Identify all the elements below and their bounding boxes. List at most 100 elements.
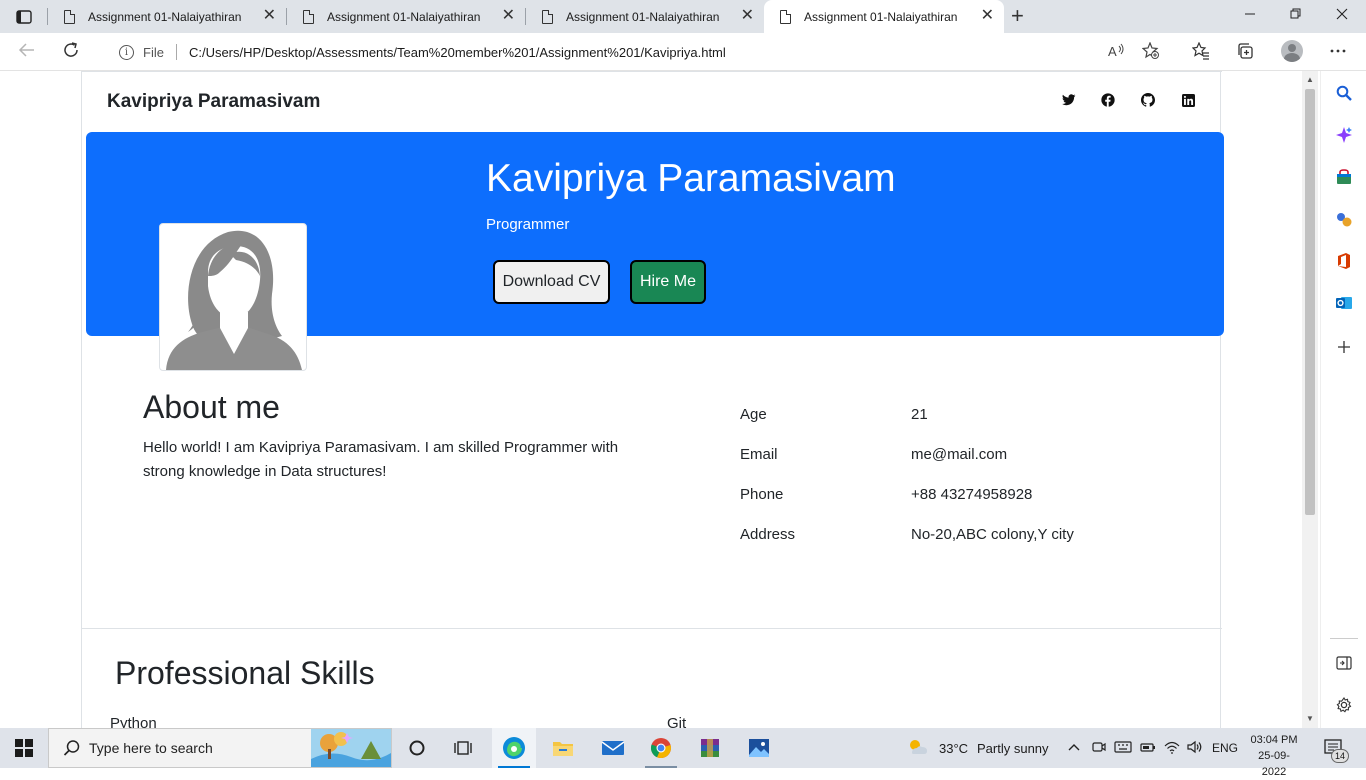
- tab-2[interactable]: Assignment 01-Nalaiyathiran ✕: [287, 0, 525, 33]
- tab-close-icon[interactable]: ✕: [741, 8, 754, 24]
- back-icon[interactable]: [18, 41, 36, 63]
- volume-icon[interactable]: [1187, 740, 1203, 757]
- read-aloud-icon[interactable]: A: [1107, 42, 1125, 63]
- collections-icon[interactable]: [1236, 42, 1254, 65]
- download-cv-button[interactable]: Download CV: [493, 260, 610, 304]
- scroll-up-icon[interactable]: ▲: [1306, 75, 1314, 84]
- weather-partly-sunny-icon[interactable]: [906, 737, 930, 760]
- games-icon[interactable]: [1334, 209, 1354, 229]
- tab-close-icon[interactable]: ✕: [502, 8, 515, 24]
- scroll-thumb[interactable]: [1305, 89, 1315, 515]
- info-row-age: Age 21: [740, 406, 1160, 426]
- show-hidden-icons-icon[interactable]: [1067, 740, 1081, 757]
- taskbar-search-box[interactable]: Type here to search: [48, 728, 392, 768]
- info-icon[interactable]: i: [119, 44, 134, 60]
- more-icon[interactable]: [1330, 42, 1346, 65]
- browser-tab-bar: Assignment 01-Nalaiyathiran ✕ Assignment…: [0, 0, 1366, 33]
- weather-temp[interactable]: 33°C: [939, 741, 968, 756]
- hire-me-button[interactable]: Hire Me: [630, 260, 706, 304]
- language-indicator[interactable]: ENG: [1212, 741, 1238, 755]
- scheme-label: File: [143, 44, 164, 60]
- tab-close-icon[interactable]: ✕: [263, 8, 276, 24]
- info-value: me@mail.com: [911, 446, 1008, 463]
- office-icon[interactable]: [1334, 251, 1354, 271]
- winrar-icon[interactable]: [688, 728, 732, 768]
- tab-4-active[interactable]: Assignment 01-Nalaiyathiran ✕: [764, 0, 1004, 33]
- skill-item: Python: [110, 715, 157, 728]
- github-icon[interactable]: [1140, 92, 1156, 108]
- hero-role: Programmer: [486, 216, 570, 233]
- minimize-icon[interactable]: [1244, 6, 1256, 23]
- page-icon: [780, 9, 791, 24]
- info-label: Age: [740, 406, 767, 423]
- hide-sidebar-icon[interactable]: [1334, 653, 1354, 673]
- svg-text:A: A: [1108, 44, 1117, 59]
- search-placeholder: Type here to search: [89, 740, 213, 756]
- search-icon: [63, 740, 80, 756]
- profile-avatar-image: [159, 223, 307, 371]
- touch-keyboard-icon[interactable]: [1114, 740, 1132, 757]
- info-value: +88 43274958928: [911, 486, 1033, 503]
- tab-1[interactable]: Assignment 01-Nalaiyathiran ✕: [48, 0, 286, 33]
- search-icon[interactable]: [1334, 83, 1354, 103]
- refresh-icon[interactable]: [62, 41, 80, 63]
- info-row-phone: Phone +88 43274958928: [740, 486, 1160, 506]
- battery-icon[interactable]: [1140, 740, 1156, 757]
- address-bar[interactable]: i File C:/Users/HP/Desktop/Assessments/T…: [101, 37, 1175, 67]
- sidebar-divider: [1330, 638, 1358, 639]
- info-value: 21: [911, 406, 928, 423]
- notification-count-badge: 14: [1331, 749, 1349, 763]
- tab-3[interactable]: Assignment 01-Nalaiyathiran ✕: [526, 0, 764, 33]
- navbar-brand[interactable]: Kavipriya Paramasivam: [107, 91, 320, 113]
- skills-title: Professional Skills: [115, 655, 375, 691]
- page-scrollbar[interactable]: ▲ ▼: [1302, 71, 1318, 728]
- cortana-icon[interactable]: [395, 728, 439, 768]
- info-row-address: Address No-20,ABC colony,Y city: [740, 526, 1160, 546]
- taskbar-clock[interactable]: 03:04 PM 25-09-2022: [1248, 732, 1300, 780]
- profile-page: Kavipriya Paramasivam Kavipriya Paramasi…: [81, 71, 1224, 728]
- info-label: Phone: [740, 486, 784, 503]
- linkedin-icon[interactable]: [1180, 92, 1196, 108]
- edge-taskbar-icon[interactable]: [492, 728, 536, 768]
- meet-now-icon[interactable]: [1092, 740, 1106, 757]
- twitter-icon[interactable]: [1061, 92, 1077, 108]
- chrome-icon[interactable]: [639, 728, 683, 768]
- clock-date: 25-09-2022: [1258, 750, 1290, 778]
- info-row-email: Email me@mail.com: [740, 446, 1160, 466]
- shopping-icon[interactable]: [1334, 167, 1354, 187]
- url-text[interactable]: C:/Users/HP/Desktop/Assessments/Team%20m…: [189, 45, 726, 60]
- close-window-icon[interactable]: [1336, 6, 1348, 23]
- tab-title: Assignment 01-Nalaiyathiran: [566, 9, 720, 24]
- info-label: Address: [740, 526, 796, 543]
- tab-title: Assignment 01-Nalaiyathiran: [804, 9, 958, 24]
- add-favorite-icon[interactable]: [1141, 41, 1160, 63]
- wifi-icon[interactable]: [1164, 740, 1180, 757]
- windows-start-icon[interactable]: [15, 739, 33, 757]
- windows-taskbar: Type here to search 33°C Partly sunny EN…: [0, 728, 1366, 778]
- tab-title: Assignment 01-Nalaiyathiran: [88, 9, 242, 24]
- page-viewport: Kavipriya Paramasivam Kavipriya Paramasi…: [0, 71, 1302, 728]
- profile-icon[interactable]: [1281, 40, 1303, 62]
- task-view-icon[interactable]: [441, 728, 485, 768]
- info-value: No-20,ABC colony,Y city: [911, 526, 1074, 543]
- restore-icon[interactable]: [1290, 6, 1302, 23]
- add-sidebar-app-icon[interactable]: [1334, 337, 1354, 357]
- weather-desc[interactable]: Partly sunny: [977, 741, 1049, 756]
- mail-icon[interactable]: [591, 728, 635, 768]
- hero-name: Kavipriya Paramasivam: [486, 157, 896, 200]
- scroll-down-icon[interactable]: ▼: [1306, 714, 1314, 723]
- clock-time: 03:04 PM: [1250, 734, 1298, 746]
- facebook-icon[interactable]: [1100, 92, 1116, 108]
- copilot-sparkle-icon[interactable]: [1334, 125, 1354, 145]
- about-text: Hello world! I am Kavipriya Paramasivam.…: [143, 439, 619, 480]
- page-icon: [303, 9, 314, 24]
- photos-icon[interactable]: [737, 728, 781, 768]
- tab-close-icon[interactable]: ✕: [981, 8, 994, 24]
- new-tab-icon[interactable]: +: [1011, 4, 1024, 28]
- file-explorer-icon[interactable]: [541, 728, 585, 768]
- sidebar-settings-icon[interactable]: [1334, 695, 1354, 715]
- outlook-icon[interactable]: [1334, 293, 1354, 313]
- tab-actions-icon[interactable]: [10, 6, 38, 28]
- edge-sidebar: [1320, 71, 1366, 728]
- favorites-icon[interactable]: [1191, 41, 1210, 65]
